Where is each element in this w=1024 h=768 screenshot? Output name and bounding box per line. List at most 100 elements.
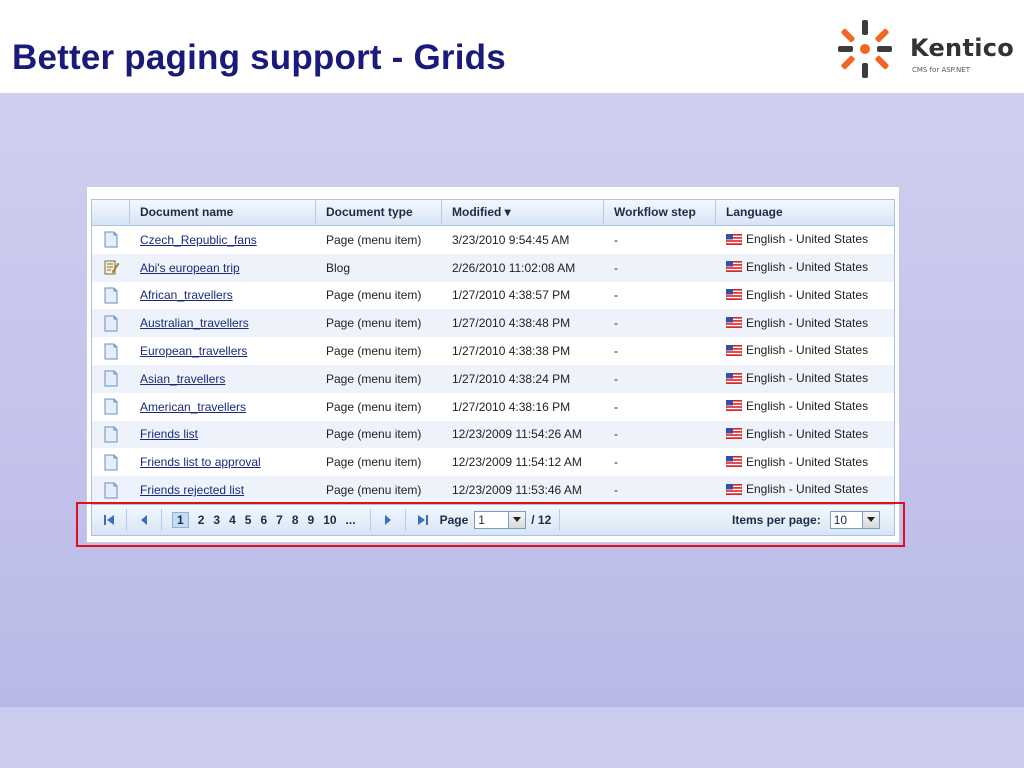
- document-name-link[interactable]: Friends list to approval: [140, 455, 261, 469]
- modified-cell: 12/23/2009 11:54:26 AM: [452, 427, 582, 442]
- document-name-cell: Friends list to approval: [130, 455, 316, 469]
- header-workflow-step[interactable]: Workflow step: [604, 200, 716, 225]
- page-icon: [104, 315, 118, 332]
- page-number-link[interactable]: 10: [323, 513, 336, 527]
- table-row[interactable]: Asian_travellers Page (menu item) 1/27/201…: [92, 364, 894, 393]
- page-number-link[interactable]: 2: [198, 513, 205, 527]
- us-flag-icon: [726, 344, 742, 356]
- page-number-link[interactable]: 5: [245, 513, 252, 527]
- page-number-link[interactable]: 6: [260, 513, 267, 527]
- document-name-link[interactable]: European_travellers: [140, 344, 247, 358]
- document-name-cell: Czech_Republic_fans: [130, 233, 316, 247]
- grid-body: Czech_Republic_fans Page (menu item) 3/23/…: [92, 226, 894, 504]
- page-number-link[interactable]: ...: [346, 513, 356, 527]
- language-label: English - United States: [746, 343, 869, 358]
- documents-grid: Document name Document type Modified ▾ W…: [91, 199, 895, 536]
- header-modified[interactable]: Modified ▾: [442, 200, 604, 225]
- grid-header: Document name Document type Modified ▾ W…: [92, 200, 894, 226]
- row-icon: [92, 259, 130, 276]
- document-name-cell: Australian_travellers: [130, 316, 316, 330]
- grid-screenshot: Document name Document type Modified ▾ W…: [87, 187, 899, 542]
- row-icon: [92, 454, 130, 471]
- workflow-step-cell: -: [614, 455, 618, 470]
- previous-page-button[interactable]: [135, 511, 153, 529]
- document-name-link[interactable]: Australian_travellers: [140, 316, 249, 330]
- chevron-down-icon: [861, 511, 879, 528]
- last-page-button[interactable]: [414, 511, 432, 529]
- us-flag-icon: [726, 483, 742, 495]
- row-icon: [92, 315, 130, 332]
- workflow-step-cell: -: [614, 371, 618, 386]
- us-flag-icon: [726, 261, 742, 273]
- items-per-page-group: Items per page: 10: [732, 510, 880, 529]
- page-select[interactable]: 1: [474, 510, 527, 529]
- page-icon: [104, 370, 118, 387]
- logo-tagline: CMS for ASP.NET: [912, 66, 970, 74]
- document-type-cell: Page (menu item): [326, 344, 422, 359]
- items-per-page-select[interactable]: 10: [829, 510, 880, 529]
- language-label: English - United States: [746, 315, 869, 330]
- document-type-cell: Page (menu item): [326, 316, 422, 331]
- page-icon: [104, 343, 118, 360]
- document-type-cell: Page (menu item): [326, 483, 422, 498]
- next-page-icon: [384, 514, 391, 525]
- language-cell: English - United States: [716, 288, 892, 304]
- slide-title: Better paging support - Grids: [12, 38, 506, 77]
- table-row[interactable]: Friends rejected list Page (menu item) 12/…: [92, 476, 894, 504]
- page-number-link[interactable]: 8: [292, 513, 299, 527]
- row-icon: [92, 398, 130, 415]
- logo-wordmark: Kentico: [910, 34, 1015, 62]
- table-row[interactable]: Australian_travellers Page (menu item) 1/2…: [92, 309, 894, 338]
- language-cell: English - United States: [716, 427, 892, 443]
- document-name-cell: Asian_travellers: [130, 372, 316, 386]
- document-type-cell: Page (menu item): [326, 288, 422, 303]
- page-number-link[interactable]: 4: [229, 513, 236, 527]
- table-row[interactable]: Friends list to approval Page (menu item)…: [92, 448, 894, 476]
- modified-cell: 3/23/2010 9:54:45 AM: [452, 232, 570, 247]
- document-type-cell: Page (menu item): [326, 232, 422, 247]
- current-page-number[interactable]: 1: [172, 511, 189, 528]
- table-row[interactable]: Czech_Republic_fans Page (menu item) 3/23/…: [92, 226, 894, 254]
- document-name-link[interactable]: Czech_Republic_fans: [140, 233, 257, 247]
- page-icon: [104, 454, 118, 471]
- document-type-cell: Page (menu item): [326, 427, 422, 442]
- document-type-cell: Blog: [326, 260, 351, 275]
- page-number-link[interactable]: 3: [213, 513, 220, 527]
- header-document-type[interactable]: Document type: [316, 200, 442, 225]
- table-row[interactable]: Abi's european trip Blog 2/26/2010 11:02:0…: [92, 253, 894, 282]
- header-language[interactable]: Language: [716, 200, 892, 225]
- document-name-link[interactable]: African_travellers: [140, 288, 233, 302]
- document-name-cell: American_travellers: [130, 400, 316, 414]
- table-row[interactable]: European_travellers Page (menu item) 1/27/…: [92, 337, 894, 365]
- document-name-link[interactable]: Friends rejected list: [140, 483, 244, 497]
- page-number-link[interactable]: 9: [308, 513, 315, 527]
- page-icon: [104, 482, 118, 499]
- document-name-link[interactable]: Asian_travellers: [140, 372, 225, 386]
- page-icon: [104, 287, 118, 304]
- next-page-button[interactable]: [379, 511, 397, 529]
- document-name-cell: Abi's european trip: [130, 261, 316, 275]
- items-per-page-label: Items per page:: [732, 512, 821, 527]
- kentico-logo: Kentico CMS for ASP.NET: [836, 18, 1018, 80]
- table-row[interactable]: African_travellers Page (menu item) 1/27/2…: [92, 282, 894, 310]
- us-flag-icon: [726, 317, 742, 329]
- document-name-link[interactable]: Friends list: [140, 427, 198, 441]
- table-row[interactable]: American_travellers Page (menu item) 1/27/…: [92, 393, 894, 421]
- language-label: English - United States: [746, 232, 869, 247]
- last-page-icon: [417, 514, 428, 525]
- chevron-down-icon: [508, 511, 526, 528]
- language-cell: English - United States: [716, 482, 892, 498]
- language-label: English - United States: [746, 371, 869, 386]
- page-number-link[interactable]: 7: [276, 513, 283, 527]
- first-page-button[interactable]: [100, 511, 118, 529]
- language-cell: English - United States: [716, 260, 892, 276]
- workflow-step-cell: -: [614, 232, 618, 247]
- language-cell: English - United States: [716, 455, 892, 471]
- footer-band: [0, 707, 1024, 768]
- blog-icon: [104, 260, 119, 275]
- document-name-link[interactable]: Abi's european trip: [140, 261, 240, 275]
- table-row[interactable]: Friends list Page (menu item) 12/23/2009 1…: [92, 420, 894, 449]
- document-name-link[interactable]: American_travellers: [140, 400, 246, 414]
- header-document-name[interactable]: Document name: [130, 200, 316, 225]
- pager-separator: [126, 508, 127, 531]
